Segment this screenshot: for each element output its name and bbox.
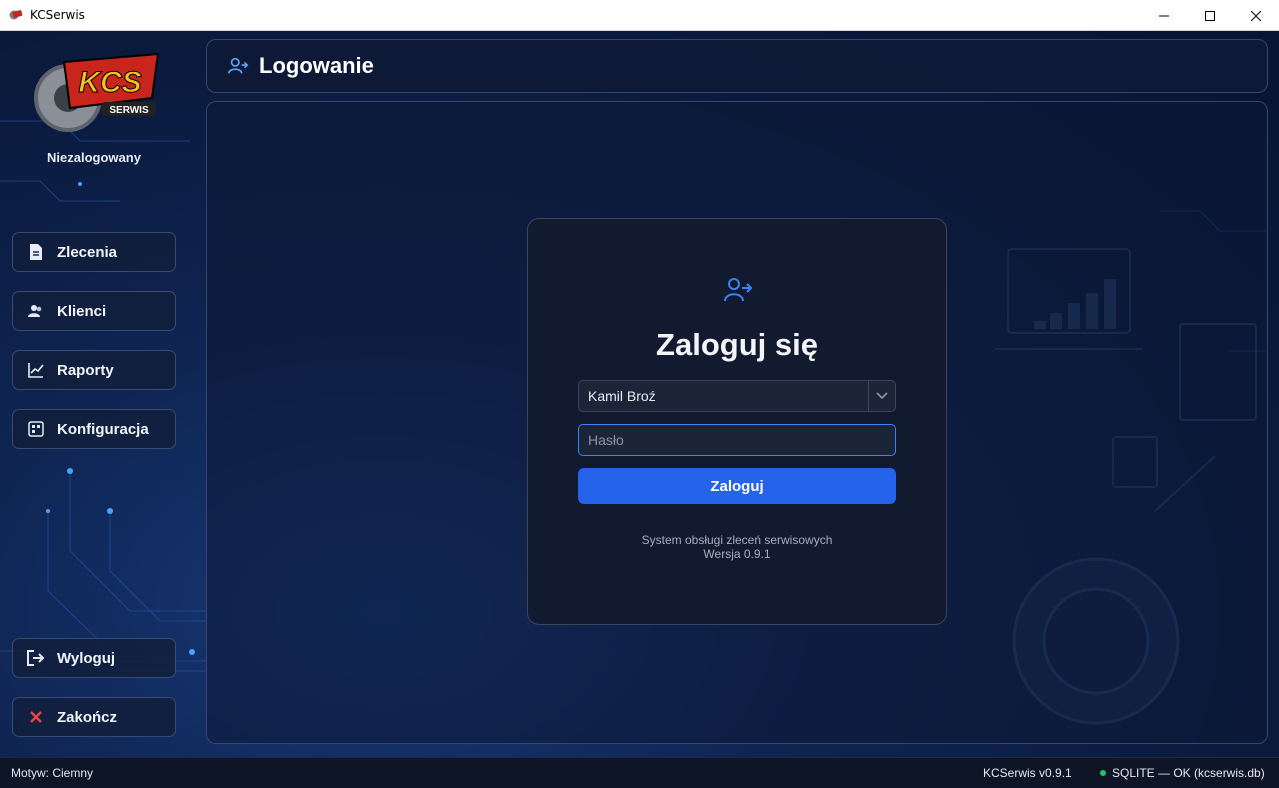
chart-icon bbox=[27, 361, 45, 379]
close-window-button[interactable] bbox=[1233, 0, 1279, 31]
password-input[interactable] bbox=[578, 424, 896, 456]
users-icon bbox=[27, 302, 45, 320]
page-title: Logowanie bbox=[259, 53, 374, 78]
app-info: System obsługi zleceń serwisowych Wersja… bbox=[528, 533, 946, 561]
page-header: Logowanie bbox=[206, 39, 1268, 93]
document-icon bbox=[27, 243, 45, 261]
kcs-logo: KCS SERWIS bbox=[34, 52, 160, 132]
app-version: Wersja 0.9.1 bbox=[703, 547, 771, 561]
window-title: KCSerwis bbox=[30, 8, 85, 22]
login-button[interactable]: Zaloguj bbox=[578, 468, 896, 504]
settings-icon bbox=[27, 420, 45, 438]
nav-raporty-label: Raporty bbox=[57, 361, 114, 379]
close-x-icon bbox=[27, 708, 45, 726]
exit-label: Zakończ bbox=[57, 708, 118, 726]
login-user-icon bbox=[228, 57, 249, 74]
nav-zlecenia-label: Zlecenia bbox=[57, 243, 118, 261]
svg-text:SERWIS: SERWIS bbox=[109, 105, 149, 116]
minimize-icon bbox=[1159, 15, 1169, 16]
nav-konfiguracja[interactable]: Konfiguracja bbox=[12, 409, 176, 449]
login-title: Zaloguj się bbox=[656, 327, 818, 362]
login-user-icon bbox=[724, 278, 753, 302]
db-status-text: SQLITE — OK (kcserwis.db) bbox=[1112, 766, 1265, 780]
nav-konfiguracja-label: Konfiguracja bbox=[57, 420, 149, 438]
theme-status: Motyw: Ciemny bbox=[11, 766, 94, 780]
nav-zlecenia[interactable]: Zlecenia bbox=[12, 232, 176, 272]
nav-klienci[interactable]: Klienci bbox=[12, 291, 176, 331]
logout-icon bbox=[27, 649, 45, 667]
exit-button[interactable]: Zakończ bbox=[12, 697, 176, 737]
version-status: KCSerwis v0.9.1 bbox=[983, 766, 1072, 780]
user-select-value: Kamil Broź bbox=[588, 388, 656, 404]
chevron-down-icon[interactable] bbox=[868, 381, 895, 411]
logout-button[interactable]: Wyloguj bbox=[12, 638, 176, 678]
db-status-dot-icon bbox=[1100, 770, 1106, 776]
app-icon bbox=[9, 10, 23, 20]
db-status: SQLITE — OK (kcserwis.db) bbox=[1100, 766, 1265, 780]
minimize-button[interactable] bbox=[1141, 0, 1187, 31]
svg-text:KCS: KCS bbox=[78, 66, 141, 99]
maximize-button[interactable] bbox=[1187, 0, 1233, 31]
close-icon bbox=[1251, 10, 1261, 21]
nav-klienci-label: Klienci bbox=[57, 302, 107, 320]
user-status: Niezalogowany bbox=[47, 150, 141, 165]
logout-label: Wyloguj bbox=[57, 649, 116, 667]
status-bar: Motyw: Ciemny KCSerwis v0.9.1 SQLITE — O… bbox=[0, 757, 1279, 788]
login-card: Zaloguj się Kamil Broź Zaloguj System ob… bbox=[527, 218, 947, 625]
app-description: System obsługi zleceń serwisowych bbox=[641, 533, 833, 547]
user-select[interactable]: Kamil Broź bbox=[578, 380, 896, 412]
title-bar: KCSerwis bbox=[0, 0, 1279, 31]
maximize-icon bbox=[1205, 10, 1215, 21]
nav-raporty[interactable]: Raporty bbox=[12, 350, 176, 390]
